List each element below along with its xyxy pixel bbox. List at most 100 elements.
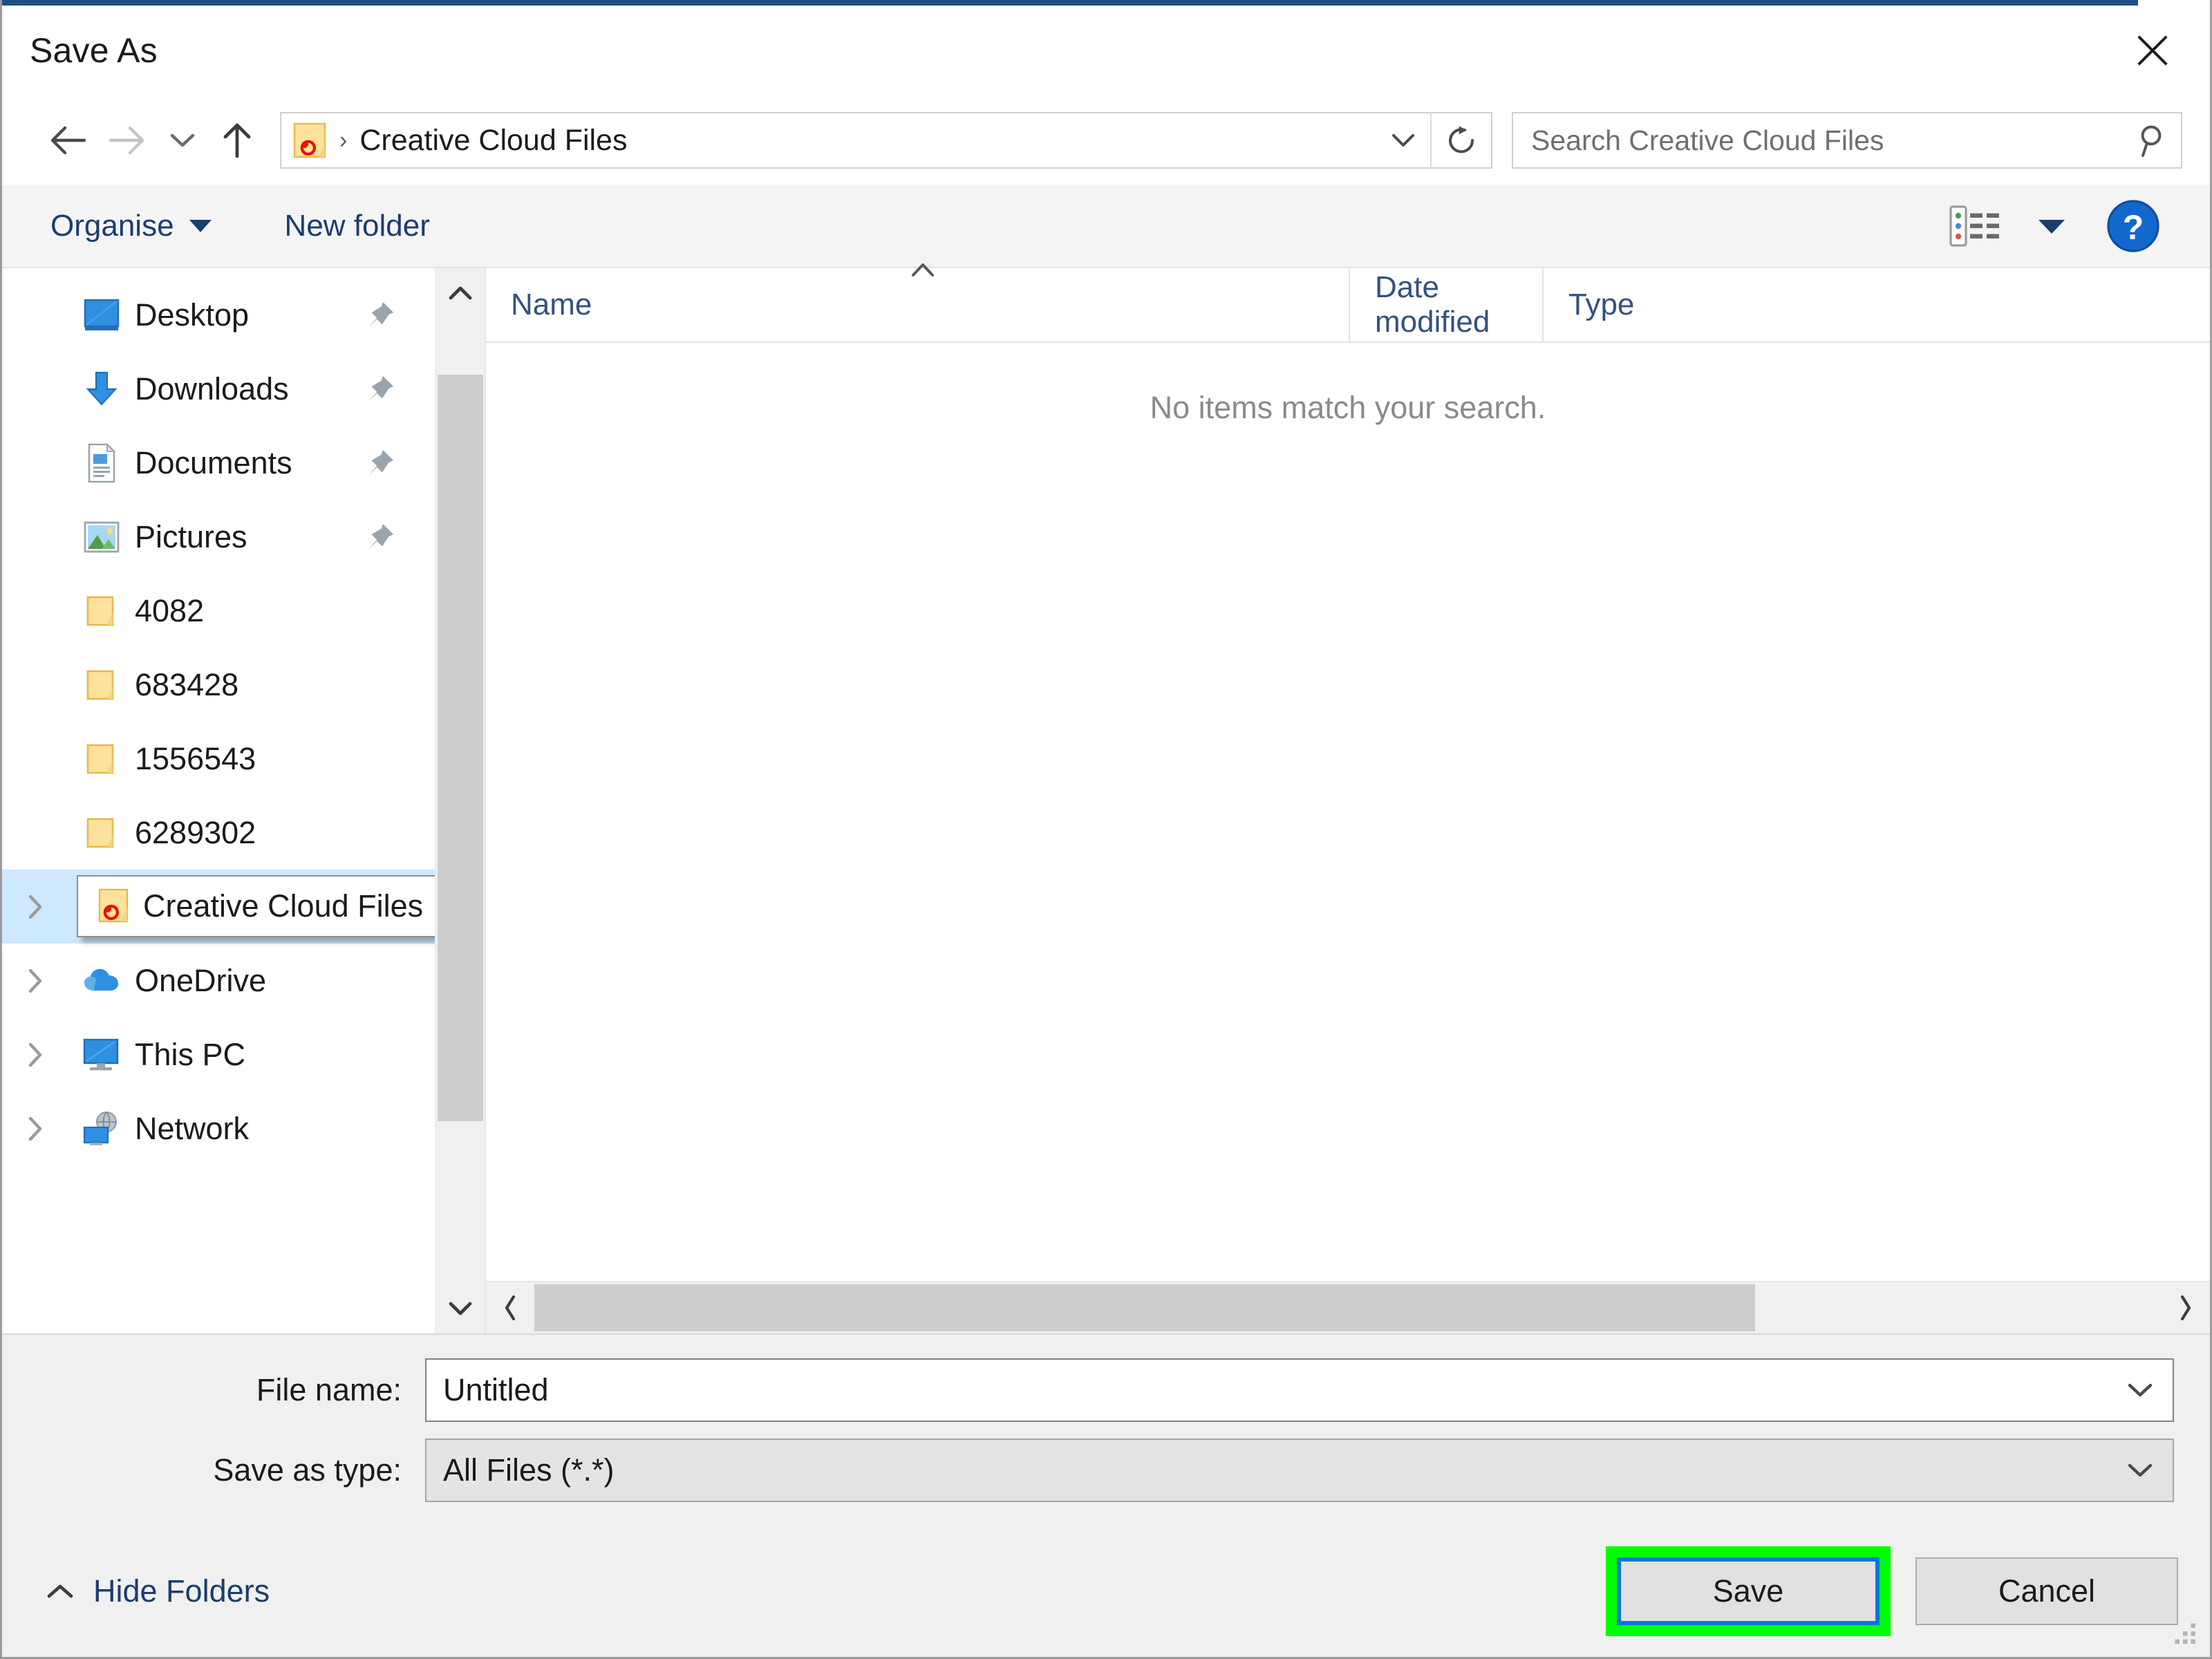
expand-chevron-button[interactable]: [2, 944, 68, 1018]
sidebar-item-network[interactable]: Network: [2, 1091, 435, 1165]
sidebar-item-label: Documents: [135, 445, 292, 481]
sidebar-item-label: Downloads: [135, 371, 289, 407]
expand-chevron-button[interactable]: [2, 1091, 68, 1165]
sidebar-item-creative-cloud-files[interactable]: Creative Cloud Files: [2, 870, 435, 944]
sidebar-item-pictures[interactable]: Pictures: [2, 500, 435, 574]
pin-icon[interactable]: [364, 299, 396, 331]
pin-icon[interactable]: [364, 521, 396, 553]
change-view-button[interactable]: [1939, 195, 2015, 257]
up-level-button[interactable]: [207, 110, 268, 171]
view-list-icon: [1948, 201, 2006, 251]
sidebar-item-desktop[interactable]: Desktop: [2, 278, 435, 352]
new-folder-label: New folder: [285, 209, 430, 243]
column-headers: Name Date modified Type: [486, 268, 2210, 343]
folder-icon: [68, 574, 135, 648]
save-as-dialog: Save As: [0, 0, 2212, 1659]
scroll-thumb[interactable]: [534, 1284, 1755, 1331]
pin-icon[interactable]: [364, 447, 396, 479]
column-header-label: Date modified: [1375, 270, 1542, 339]
column-header-date-modified[interactable]: Date modified: [1350, 268, 1544, 341]
save-as-type-row: Save as type: All Files (*.*): [38, 1438, 2174, 1502]
title-bar: Save As: [2, 6, 2210, 95]
breadcrumb[interactable]: › Creative Cloud Files: [281, 121, 1376, 160]
dialog-footer: Hide Folders Save Cancel: [2, 1526, 2210, 1657]
forward-button[interactable]: [97, 110, 158, 171]
view-options-button[interactable]: [2021, 195, 2083, 257]
expand-chevron-button[interactable]: [2, 1018, 68, 1091]
this-pc-icon: [68, 1018, 135, 1091]
sidebar-item-documents[interactable]: Documents: [2, 426, 435, 500]
navigation-bar: › Creative Cloud Files: [2, 95, 2210, 185]
arrow-up-icon: [218, 120, 256, 160]
expander-placeholder: [2, 426, 68, 500]
expander-placeholder: [2, 278, 68, 352]
svg-text:?: ?: [2123, 208, 2144, 247]
window-accent-bar: [2, 0, 2138, 6]
hide-folders-button[interactable]: Hide Folders: [45, 1573, 270, 1609]
scroll-right-button[interactable]: [2162, 1282, 2210, 1333]
sidebar-item-6289302[interactable]: 6289302: [2, 796, 435, 870]
column-header-label: Type: [1568, 288, 1634, 322]
file-list-horizontal-scrollbar[interactable]: [486, 1281, 2210, 1333]
search-input[interactable]: [1513, 124, 2121, 157]
scroll-track[interactable]: [534, 1282, 2162, 1333]
organise-label: Organise: [50, 209, 174, 243]
scroll-thumb[interactable]: [438, 375, 483, 1121]
recent-locations-button[interactable]: [158, 110, 207, 171]
resize-grip-icon[interactable]: [2167, 1615, 2199, 1647]
folder-icon: [68, 722, 135, 796]
refresh-button[interactable]: [1430, 113, 1491, 168]
search-box[interactable]: [1512, 112, 2182, 169]
back-button[interactable]: [37, 110, 97, 171]
chevron-down-icon: [1389, 131, 1417, 150]
scroll-down-button[interactable]: [436, 1284, 485, 1333]
chevron-right-icon: [24, 1113, 47, 1145]
sidebar-item-label: Creative Cloud Files: [143, 888, 423, 924]
save-as-type-dropdown-button[interactable]: [2108, 1440, 2173, 1501]
save-button[interactable]: Save: [1617, 1557, 1880, 1625]
chevron-right-icon: [24, 891, 47, 923]
cancel-button[interactable]: Cancel: [1915, 1557, 2178, 1625]
address-dropdown-button[interactable]: [1376, 113, 1430, 168]
sidebar-item-4082[interactable]: 4082: [2, 574, 435, 648]
save-as-type-value: All Files (*.*): [427, 1452, 2108, 1488]
file-name-input[interactable]: [427, 1372, 2108, 1408]
arrow-left-icon: [46, 122, 88, 158]
new-folder-button[interactable]: New folder: [275, 203, 440, 249]
scroll-up-button[interactable]: [436, 268, 485, 318]
column-header-name[interactable]: Name: [486, 268, 1350, 341]
sidebar-scrollbar[interactable]: [435, 268, 485, 1333]
save-as-type-label: Save as type:: [38, 1452, 425, 1488]
scroll-left-button[interactable]: [486, 1282, 534, 1333]
address-bar[interactable]: › Creative Cloud Files: [280, 112, 1492, 169]
sidebar-item-label: Pictures: [135, 519, 247, 555]
scroll-track[interactable]: [436, 318, 485, 1284]
help-button[interactable]: ?: [2088, 191, 2178, 261]
chevron-down-icon: [2126, 1461, 2155, 1480]
close-button[interactable]: [2115, 19, 2191, 82]
sidebar-item-683428[interactable]: 683428: [2, 648, 435, 722]
chevron-right-icon: [24, 1039, 47, 1071]
organise-button[interactable]: Organise: [41, 203, 221, 249]
save-as-type-combobox[interactable]: All Files (*.*): [425, 1438, 2174, 1502]
chevron-down-icon: [447, 1300, 474, 1318]
sidebar-item-onedrive[interactable]: OneDrive: [2, 944, 435, 1018]
breadcrumb-separator: ›: [339, 127, 347, 154]
expand-chevron-button[interactable]: [2, 870, 68, 944]
expander-placeholder: [2, 500, 68, 574]
search-button[interactable]: [2121, 113, 2181, 168]
pin-icon[interactable]: [364, 373, 396, 405]
chevron-up-icon: [45, 1581, 75, 1602]
folder-icon: [68, 648, 135, 722]
column-header-type[interactable]: Type: [1544, 268, 2210, 341]
sidebar-item-1556543[interactable]: 1556543: [2, 722, 435, 796]
creative-cloud-icon: [85, 877, 143, 936]
refresh-icon: [1445, 123, 1478, 158]
file-name-combobox[interactable]: [425, 1358, 2174, 1422]
chevron-down-icon: [2126, 1380, 2155, 1400]
sidebar-item-this-pc[interactable]: This PC: [2, 1018, 435, 1091]
sidebar-item-downloads[interactable]: Downloads: [2, 352, 435, 426]
chevron-right-icon: [2177, 1293, 2195, 1323]
file-name-dropdown-button[interactable]: [2108, 1360, 2173, 1421]
dialog-body: Desktop Downloads: [2, 268, 2210, 1333]
